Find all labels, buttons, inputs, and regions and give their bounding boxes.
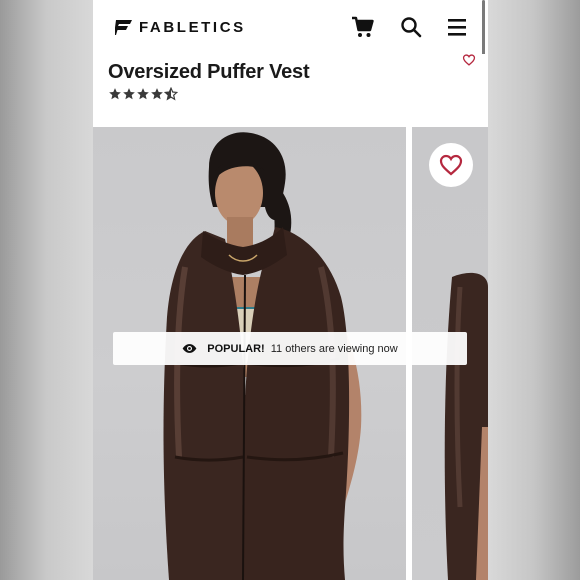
viewer-count-text: 11 others are viewing now [270, 342, 398, 355]
popular-label: POPULAR! [207, 342, 265, 355]
favorite-button[interactable] [429, 143, 473, 187]
popular-banner: POPULAR! 11 others are viewing now [113, 332, 467, 365]
star-full-icon [109, 88, 121, 100]
product-image-carousel[interactable]: POPULAR! 11 others are viewing now [93, 127, 488, 580]
brand-logo[interactable]: FABLETICS [115, 17, 246, 37]
search-icon[interactable] [399, 15, 423, 39]
star-rating[interactable] [108, 87, 178, 101]
cart-icon[interactable] [351, 15, 375, 39]
product-header: Oversized Puffer Vest [93, 54, 488, 127]
brand-name: FABLETICS [139, 18, 246, 36]
product-title: Oversized Puffer Vest [108, 61, 310, 83]
star-full-icon [137, 88, 149, 100]
menu-icon[interactable] [445, 15, 469, 39]
star-full-icon [151, 88, 163, 100]
wishlist-heart-icon[interactable] [462, 54, 476, 66]
mobile-page: FABLETICS Oversized Puffer Vest POPULAR!… [93, 0, 488, 580]
fabletics-logo-icon [115, 20, 132, 35]
site-header: FABLETICS [93, 0, 488, 54]
heart-icon [439, 154, 463, 176]
star-full-icon [123, 88, 135, 100]
eye-icon [182, 344, 197, 353]
star-half-icon [164, 87, 178, 101]
